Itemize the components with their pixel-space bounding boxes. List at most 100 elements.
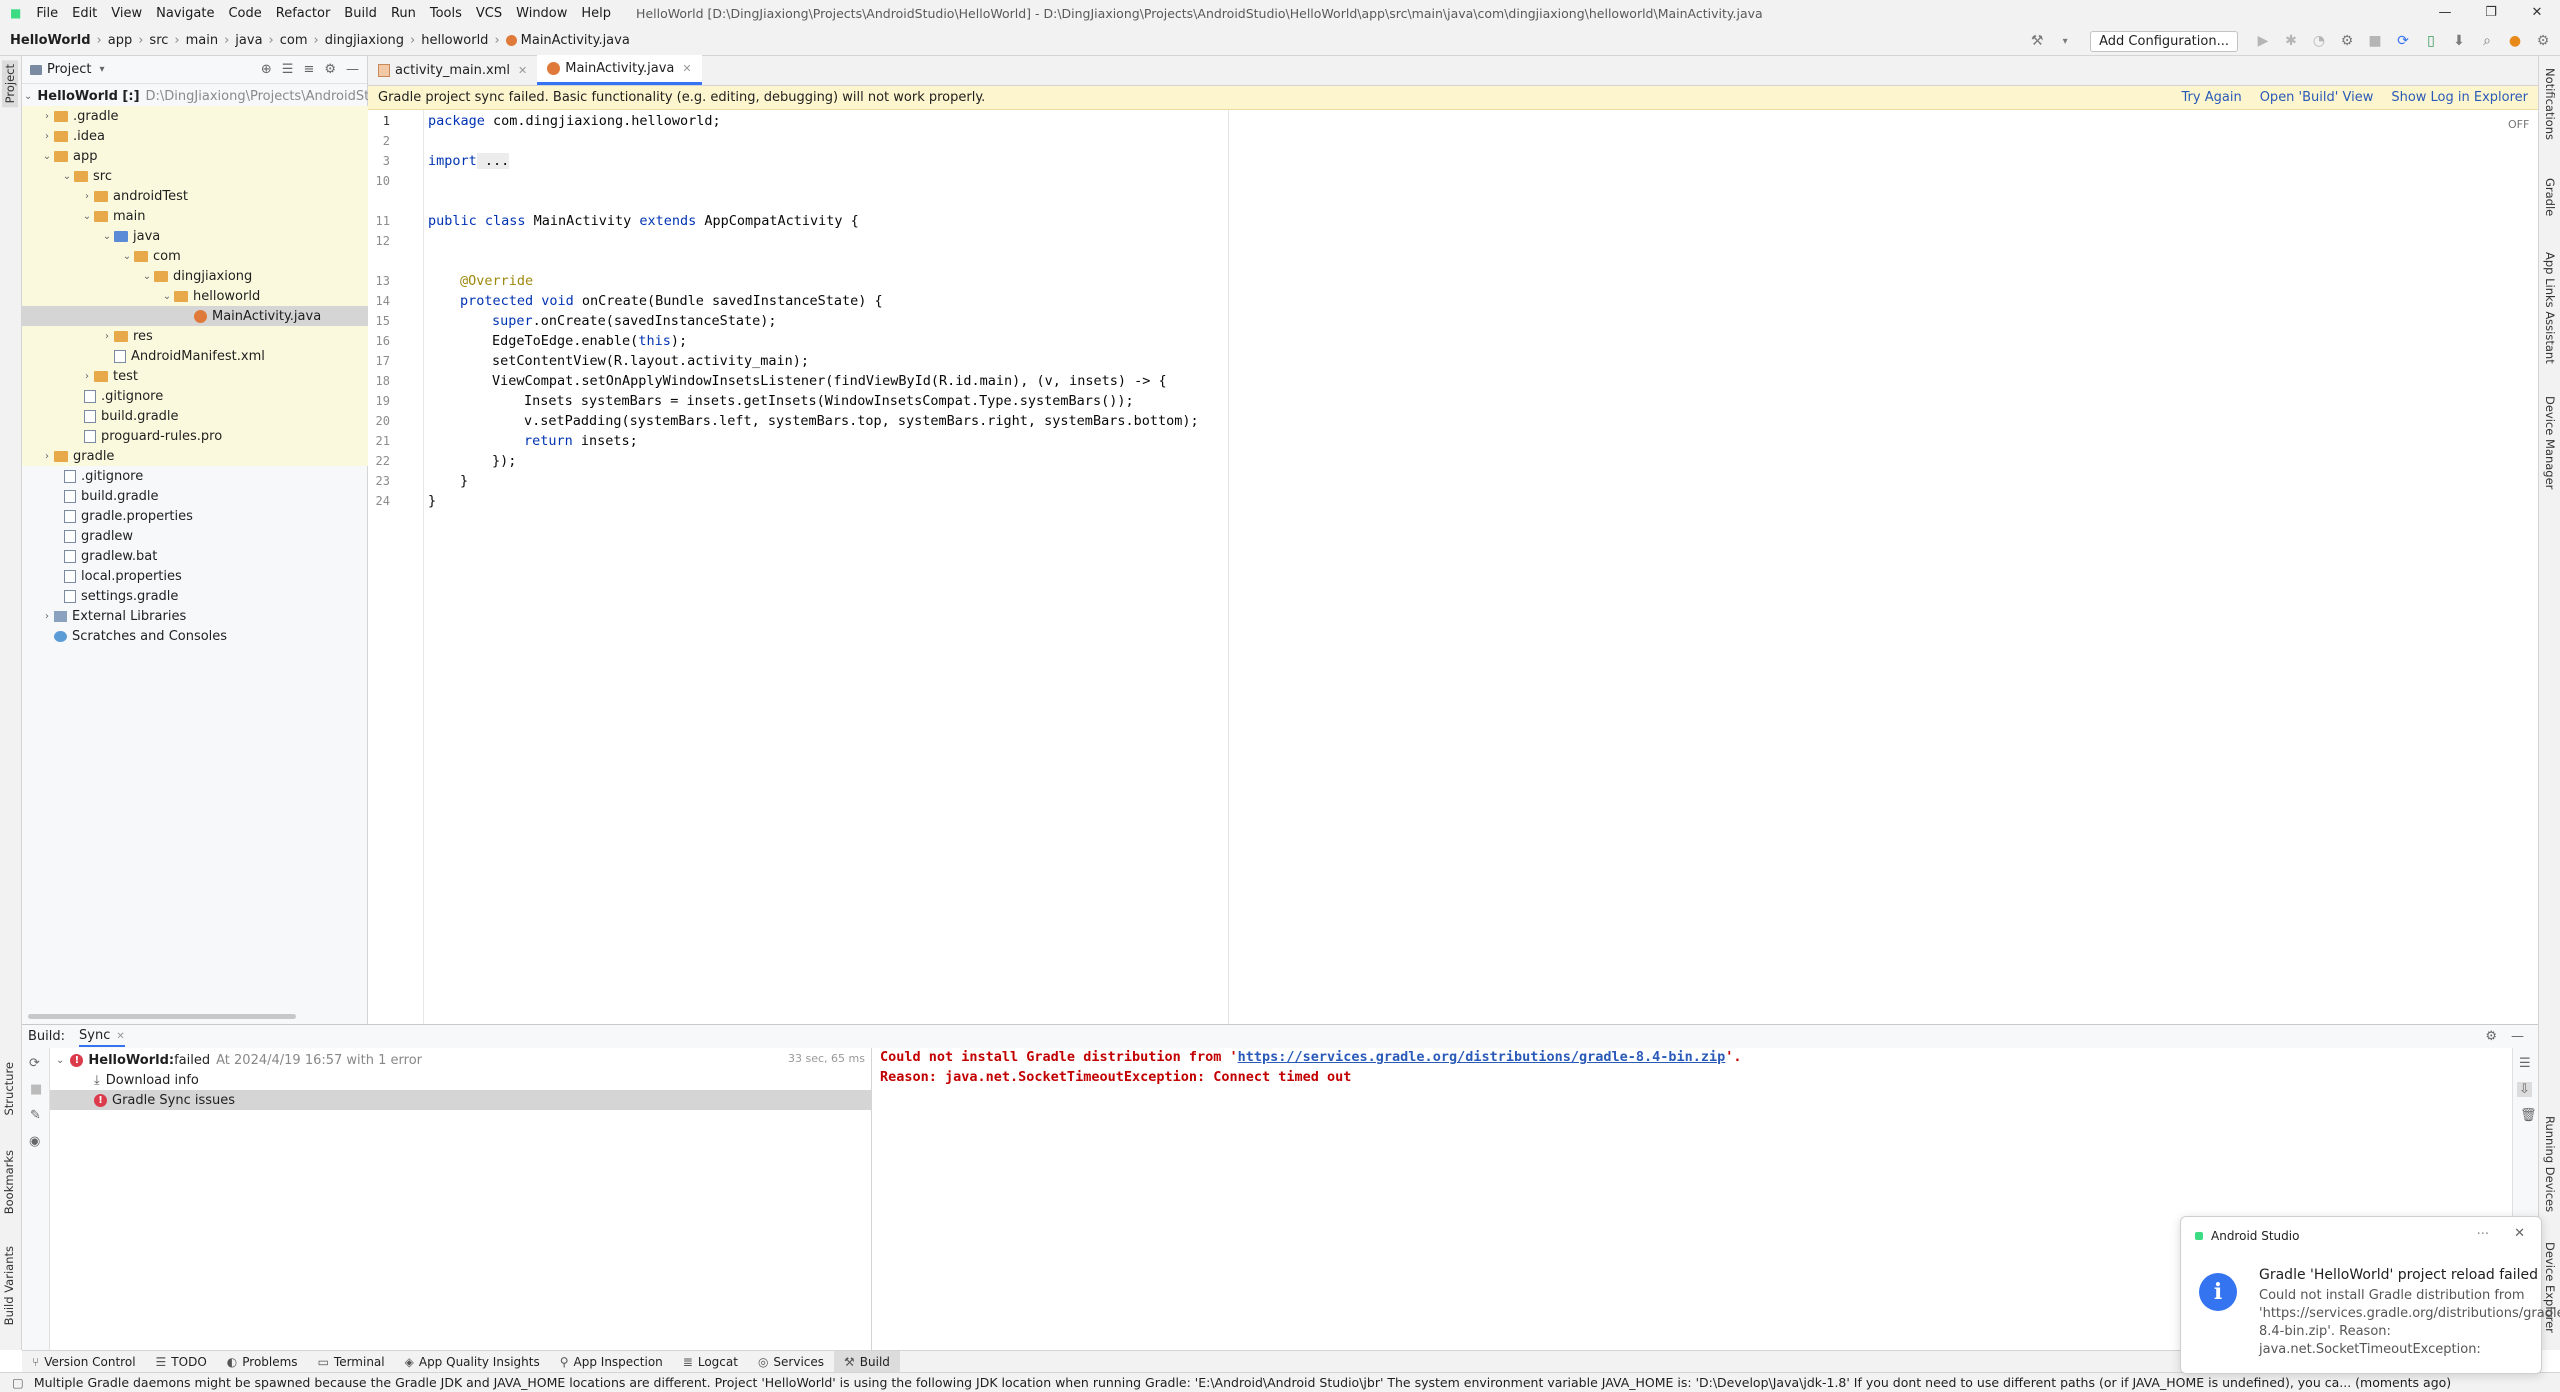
tree-item[interactable]: proguard-rules.pro bbox=[22, 426, 368, 446]
build-child-item[interactable]: ⤓ Download info bbox=[94, 1070, 199, 1090]
chevron-down-icon[interactable]: ▾ bbox=[99, 64, 104, 75]
logcat-tab[interactable]: ≣ Logcat bbox=[673, 1351, 748, 1373]
stop-icon[interactable]: ■ bbox=[30, 1082, 42, 1097]
bookmarks-tool-tab[interactable]: Bookmarks bbox=[2, 1150, 16, 1214]
settings-gear-icon[interactable]: ⚙ bbox=[2532, 30, 2554, 52]
tree-item[interactable]: gradlew bbox=[22, 526, 368, 546]
sync-gradle-icon[interactable]: ⟳ bbox=[2392, 30, 2414, 52]
breadcrumb-item[interactable]: com bbox=[280, 33, 308, 48]
tree-item[interactable]: .gitignore bbox=[22, 466, 368, 486]
menu-tools[interactable]: Tools bbox=[423, 6, 469, 21]
tree-item[interactable]: › test bbox=[22, 366, 368, 386]
tree-item[interactable]: › res bbox=[22, 326, 368, 346]
tree-item[interactable]: Scratches and Consoles bbox=[22, 626, 368, 646]
breadcrumb-item[interactable]: app bbox=[108, 33, 132, 48]
menu-help[interactable]: Help bbox=[574, 6, 618, 21]
tree-item[interactable]: .gitignore bbox=[22, 386, 368, 406]
show-log-link[interactable]: Show Log in Explorer bbox=[2391, 90, 2528, 105]
device-manager-icon[interactable]: ▯ bbox=[2420, 30, 2442, 52]
scroll-to-end-icon[interactable]: ⇩ bbox=[2517, 1082, 2532, 1097]
attach-debugger-icon[interactable]: ⚙ bbox=[2336, 30, 2358, 52]
updates-icon[interactable]: ● bbox=[2504, 30, 2526, 52]
tree-item[interactable]: ⌄ helloworld bbox=[22, 286, 368, 306]
gear-icon[interactable]: ⚙ bbox=[2485, 1029, 2497, 1044]
menu-refactor[interactable]: Refactor bbox=[269, 6, 338, 21]
tree-item[interactable]: › androidTest bbox=[22, 186, 368, 206]
tree-item[interactable]: gradlew.bat bbox=[22, 546, 368, 566]
todo-tab[interactable]: ☰ TODO bbox=[146, 1351, 217, 1373]
breadcrumb-item[interactable]: MainActivity.java bbox=[521, 33, 630, 48]
structure-tool-tab[interactable]: Structure bbox=[2, 1062, 16, 1116]
search-icon[interactable]: ⌕ bbox=[2476, 30, 2498, 52]
menu-edit[interactable]: Edit bbox=[65, 6, 104, 21]
close-window-icon[interactable]: ✕ bbox=[2514, 0, 2560, 26]
menu-code[interactable]: Code bbox=[221, 6, 268, 21]
project-view-selector[interactable]: Project bbox=[47, 62, 91, 77]
build-child-item-selected[interactable]: ! Gradle Sync issues bbox=[50, 1090, 872, 1110]
tree-item[interactable]: settings.gradle bbox=[22, 586, 368, 606]
menu-file[interactable]: File bbox=[29, 6, 65, 21]
tree-item[interactable]: ⌄ HelloWorld [:] D:\DingJiaxiong\Projects\… bbox=[22, 86, 368, 106]
terminal-tab[interactable]: ▭ Terminal bbox=[308, 1351, 395, 1373]
debug-icon[interactable]: ✱ bbox=[2280, 30, 2302, 52]
tab-sync[interactable]: Sync ✕ bbox=[79, 1026, 125, 1047]
locate-icon[interactable]: ⊕ bbox=[261, 62, 272, 77]
services-tab[interactable]: ◎ Services bbox=[748, 1351, 834, 1373]
breadcrumb-item[interactable]: HelloWorld bbox=[10, 33, 91, 48]
menu-navigate[interactable]: Navigate bbox=[149, 6, 221, 21]
chevron-down-icon[interactable]: ▾ bbox=[2054, 30, 2076, 52]
restore-icon[interactable]: ❐ bbox=[2468, 0, 2514, 26]
refresh-icon[interactable]: ⟳ bbox=[29, 1056, 40, 1071]
notifications-tool-tab[interactable]: Notifications bbox=[2543, 68, 2557, 140]
breadcrumb-item[interactable]: java bbox=[235, 33, 262, 48]
running-devices-tool-tab[interactable]: Running Devices bbox=[2543, 1116, 2557, 1212]
tab-main-activity-java[interactable]: MainActivity.java ✕ bbox=[537, 55, 702, 85]
tree-item[interactable]: local.properties bbox=[22, 566, 368, 586]
run-icon[interactable]: ▶ bbox=[2252, 30, 2274, 52]
trash-icon[interactable]: 🗑 bbox=[2520, 1108, 2537, 1123]
tree-item[interactable]: ⌄ dingjiaxiong bbox=[22, 266, 368, 286]
minimize-icon[interactable]: — bbox=[2422, 0, 2468, 26]
tree-item[interactable]: gradle.properties bbox=[22, 506, 368, 526]
collapse-all-icon[interactable]: ≡ bbox=[303, 62, 314, 77]
tab-activity-main-xml[interactable]: activity_main.xml ✕ bbox=[368, 55, 537, 85]
eye-icon[interactable]: ◉ bbox=[29, 1134, 40, 1149]
hammer-icon[interactable]: ⚒ bbox=[2026, 30, 2048, 52]
code-editor[interactable]: package com.dingjiaxiong.helloworld; imp… bbox=[428, 110, 2538, 1024]
try-again-link[interactable]: Try Again bbox=[2182, 90, 2242, 105]
app-inspection-tab[interactable]: ⚲ App Inspection bbox=[550, 1351, 673, 1373]
hide-icon[interactable]: — bbox=[346, 62, 359, 77]
tree-item[interactable]: › External Libraries bbox=[22, 606, 368, 626]
tree-item[interactable]: build.gradle bbox=[22, 486, 368, 506]
build-tab[interactable]: ⚒ Build bbox=[834, 1350, 900, 1373]
tree-item[interactable]: ⌄ main bbox=[22, 206, 368, 226]
tree-item[interactable]: › gradle bbox=[22, 446, 368, 466]
gradle-tool-tab[interactable]: Gradle bbox=[2543, 178, 2557, 216]
tree-item[interactable]: AndroidManifest.xml bbox=[22, 346, 368, 366]
tree-item[interactable]: › .idea bbox=[22, 126, 368, 146]
breadcrumb-item[interactable]: helloworld bbox=[421, 33, 488, 48]
status-toggle-icon[interactable]: ▢ bbox=[12, 1375, 24, 1390]
gear-icon[interactable]: ⚙ bbox=[324, 62, 336, 77]
open-build-view-link[interactable]: Open 'Build' View bbox=[2260, 90, 2374, 105]
close-tab-icon[interactable]: ✕ bbox=[518, 64, 527, 77]
tree-item[interactable]: ⌄ app bbox=[22, 146, 368, 166]
app-links-tool-tab[interactable]: App Links Assistant bbox=[2543, 252, 2557, 364]
device-manager-tool-tab[interactable]: Device Manager bbox=[2543, 396, 2557, 489]
problems-tab[interactable]: ◐ Problems bbox=[217, 1351, 308, 1373]
close-tab-icon[interactable]: ✕ bbox=[116, 1031, 124, 1042]
tree-item[interactable]: › .gradle bbox=[22, 106, 368, 126]
gradle-distribution-link[interactable]: https://services.gradle.org/distribution… bbox=[1238, 1049, 1726, 1065]
project-tool-tab[interactable]: Project bbox=[2, 60, 18, 108]
breadcrumb-item[interactable]: dingjiaxiong bbox=[325, 33, 404, 48]
tree-item[interactable]: build.gradle bbox=[22, 406, 368, 426]
breadcrumb-item[interactable]: main bbox=[186, 33, 218, 48]
tree-item[interactable]: ⌄ java bbox=[22, 226, 368, 246]
menu-build[interactable]: Build bbox=[337, 6, 384, 21]
build-root-item[interactable]: ⌄! HelloWorld: failed At 2024/4/19 16:57… bbox=[56, 1050, 422, 1070]
stop-icon[interactable]: ■ bbox=[2364, 30, 2386, 52]
menu-run[interactable]: Run bbox=[384, 6, 423, 21]
menu-window[interactable]: Window bbox=[509, 6, 574, 21]
tree-item-selected[interactable]: MainActivity.java bbox=[22, 306, 368, 326]
close-icon[interactable]: ✕ bbox=[2514, 1226, 2525, 1241]
